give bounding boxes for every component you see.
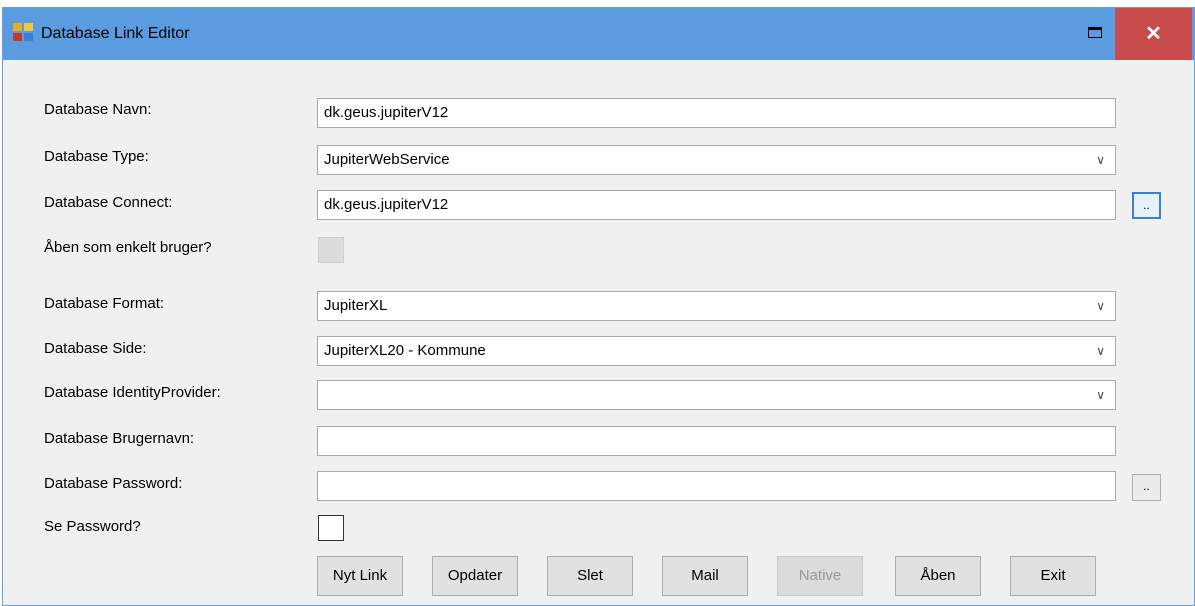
new-link-button[interactable]: Nyt Link: [317, 556, 403, 596]
chevron-down-icon: ∨: [1096, 344, 1105, 358]
form-area: Database Navn: dk.geus.jupiterV12 Databa…: [3, 60, 1194, 605]
single-user-label: Åben som enkelt bruger?: [44, 239, 212, 256]
close-button[interactable]: ✕: [1115, 8, 1192, 60]
username-input[interactable]: [317, 426, 1116, 456]
window-title: Database Link Editor: [41, 25, 190, 42]
database-connect-value: dk.geus.jupiterV12: [324, 196, 449, 213]
delete-button[interactable]: Slet: [547, 556, 633, 596]
database-format-label: Database Format:: [44, 295, 165, 312]
database-side-value: JupiterXL20 - Kommune: [324, 342, 486, 359]
password-input[interactable]: [317, 471, 1116, 501]
maximize-icon: [1088, 27, 1102, 38]
database-connect-browse-button[interactable]: ..: [1132, 192, 1161, 219]
chevron-down-icon: ∨: [1096, 388, 1105, 402]
database-type-select[interactable]: JupiterWebService ∨: [317, 145, 1116, 175]
database-format-value: JupiterXL: [324, 297, 388, 314]
maximize-button[interactable]: [1073, 8, 1119, 60]
identity-provider-select[interactable]: ∨: [317, 380, 1116, 410]
database-name-label: Database Navn:: [44, 101, 152, 118]
database-type-value: JupiterWebService: [324, 151, 450, 168]
database-format-select[interactable]: JupiterXL ∨: [317, 291, 1116, 321]
show-password-checkbox[interactable]: [318, 515, 344, 541]
chevron-down-icon: ∨: [1096, 299, 1105, 313]
database-side-label: Database Side:: [44, 340, 147, 357]
database-type-label: Database Type:: [44, 148, 149, 165]
open-button[interactable]: Åben: [895, 556, 981, 596]
exit-button[interactable]: Exit: [1010, 556, 1096, 596]
identity-provider-label: Database IdentityProvider:: [44, 384, 221, 401]
update-button[interactable]: Opdater: [432, 556, 518, 596]
database-side-select[interactable]: JupiterXL20 - Kommune ∨: [317, 336, 1116, 366]
database-name-value: dk.geus.jupiterV12: [324, 104, 449, 121]
show-password-label: Se Password?: [44, 518, 141, 535]
native-button[interactable]: Native: [777, 556, 863, 596]
database-connect-input[interactable]: dk.geus.jupiterV12: [317, 190, 1116, 220]
title-bar[interactable]: Database Link Editor ✕: [3, 8, 1194, 60]
database-link-editor-window: Database Link Editor ✕ Database Navn: dk…: [2, 7, 1195, 606]
password-browse-button[interactable]: ..: [1132, 474, 1161, 501]
database-link-app-icon: [13, 23, 33, 41]
chevron-down-icon: ∨: [1096, 153, 1105, 167]
username-label: Database Brugernavn:: [44, 430, 195, 447]
single-user-checkbox[interactable]: [318, 237, 344, 263]
close-icon: ✕: [1145, 23, 1162, 45]
mail-button[interactable]: Mail: [662, 556, 748, 596]
password-label: Database Password:: [44, 475, 183, 492]
database-connect-label: Database Connect:: [44, 194, 173, 211]
database-name-input[interactable]: dk.geus.jupiterV12: [317, 98, 1116, 128]
